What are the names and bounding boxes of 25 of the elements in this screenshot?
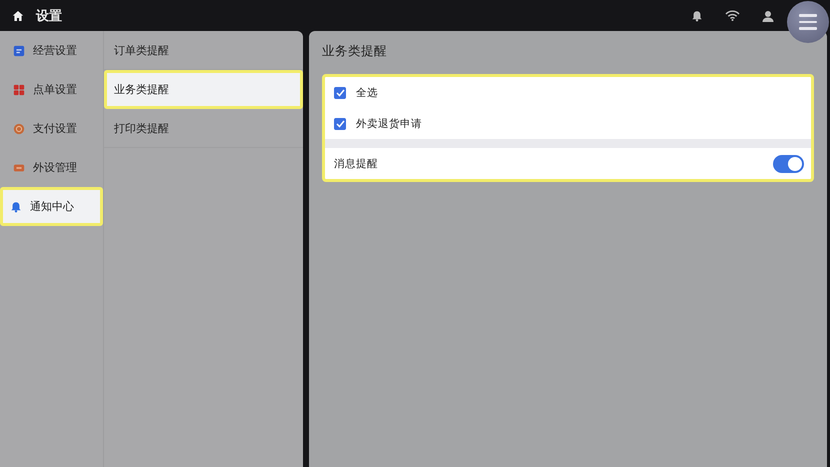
user-icon[interactable]	[762, 10, 774, 22]
bell-icon[interactable]	[691, 10, 703, 22]
toggle-label: 消息提醒	[334, 156, 378, 170]
checkbox[interactable]	[334, 86, 346, 98]
checkbox[interactable]	[334, 118, 346, 130]
grid-icon	[13, 84, 25, 96]
device-icon	[13, 162, 25, 174]
coin-icon	[13, 122, 25, 134]
sidebar-item[interactable]: 点单设置	[0, 70, 103, 109]
bell-icon	[10, 200, 22, 212]
toggle-switch[interactable]	[773, 154, 804, 172]
sidebar-item[interactable]: 通知中心	[0, 187, 103, 226]
checkbox-label: 全选	[356, 86, 378, 100]
sidebar-item[interactable]: 支付设置	[0, 109, 103, 148]
wifi-icon[interactable]	[725, 10, 740, 21]
checkbox-label: 外卖退货申请	[356, 116, 422, 130]
page-title: 设置	[36, 8, 62, 24]
home-icon[interactable]	[12, 10, 24, 22]
menu-button[interactable]	[787, 1, 829, 43]
submenu-item[interactable]: 业务类提醒	[104, 70, 303, 109]
sidebar-item[interactable]: 经营设置	[0, 31, 103, 70]
sidebar-item[interactable]: 外设管理	[0, 148, 103, 187]
document-icon	[13, 44, 25, 56]
panel-title: 业务类提醒	[322, 43, 388, 60]
submenu-item[interactable]: 打印类提醒	[104, 109, 303, 148]
